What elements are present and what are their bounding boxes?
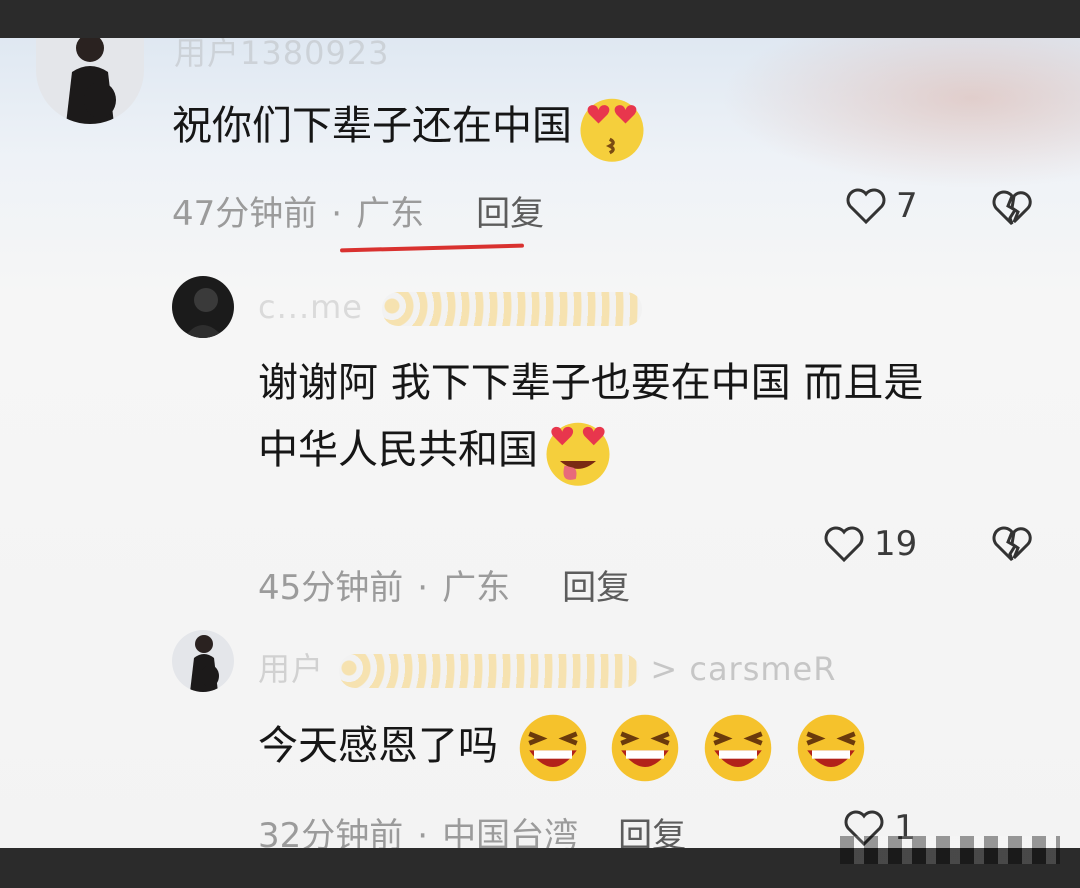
comment-text: 今天感恩了吗 — [258, 710, 869, 786]
sticker-mask — [382, 292, 643, 326]
like-count: 7 — [896, 186, 918, 226]
author-name-text: 用户1380923 — [174, 38, 390, 72]
comment-meta: 45分钟前 · 广东 回复 — [258, 568, 631, 608]
broken-heart-icon[interactable] — [990, 188, 1034, 228]
author-name-text: 用户 — [258, 650, 325, 688]
watermark — [840, 836, 1060, 864]
comment-time: 47分钟前 — [172, 194, 318, 234]
comment-location: 广东 — [442, 568, 511, 608]
comment-screen: 用户1380923 祝你们下辈子还在中国 47分钟前 · 广东 回复 7 c...me… — [0, 38, 1080, 848]
author-name-text: c...me — [258, 288, 363, 326]
red-underline — [340, 243, 525, 253]
comment-location: 广东 — [340, 194, 525, 253]
comment-location: 中国台湾 — [442, 816, 578, 848]
emoji-group — [498, 714, 869, 782]
blurred-background — [720, 38, 1080, 188]
avatar[interactable] — [36, 38, 144, 124]
comment-body: 今天感恩了吗 — [258, 723, 498, 769]
comment-body-line-1: 谢谢阿 我下下辈子也要在中国 而且是 — [258, 360, 924, 406]
laughing-emoji — [612, 714, 679, 782]
sticker-mask — [339, 654, 640, 688]
reply-button[interactable]: 回复 — [562, 568, 630, 608]
broken-heart-icon[interactable] — [990, 524, 1034, 564]
heart-icon — [846, 188, 886, 225]
comment-text: 谢谢阿 我下下辈子也要在中国 而且是 中华人民共和国 — [258, 350, 923, 488]
heart-icon — [824, 526, 864, 563]
like-button[interactable]: 7 — [844, 186, 918, 226]
avatar[interactable] — [172, 276, 234, 338]
heart-eyes-kiss-emoji — [580, 98, 644, 162]
reply-to-user[interactable]: > carsmeR — [650, 650, 836, 688]
comment-time: 45分钟前 — [258, 568, 404, 608]
like-count: 19 — [874, 524, 918, 564]
comment-time: 32分钟前 — [258, 816, 404, 848]
comment-author-name[interactable]: 用户1380923 — [174, 38, 390, 74]
comment-meta: 32分钟前 · 中国台湾 回复 — [258, 808, 686, 848]
reply-button[interactable]: 回复 — [476, 194, 544, 234]
comment-author-name[interactable]: 用户 > carsmeR — [258, 644, 836, 690]
avatar[interactable] — [172, 630, 234, 692]
laughing-emoji — [797, 714, 865, 782]
comment-author-name[interactable]: c...me — [258, 288, 643, 326]
comment-body: 祝你们下辈子还在中国 — [172, 103, 572, 149]
reply-button[interactable]: 回复 — [618, 816, 686, 848]
comment-body-line-2: 中华人民共和国 — [258, 427, 538, 473]
laughing-emoji — [519, 714, 586, 782]
like-button[interactable]: 19 — [822, 524, 917, 564]
comment-meta: 47分钟前 · 广东 回复 — [172, 186, 544, 253]
laughing-emoji — [704, 714, 772, 782]
comment-text: 祝你们下辈子还在中国 — [172, 92, 648, 164]
heart-eyes-tongue-emoji — [546, 422, 610, 486]
